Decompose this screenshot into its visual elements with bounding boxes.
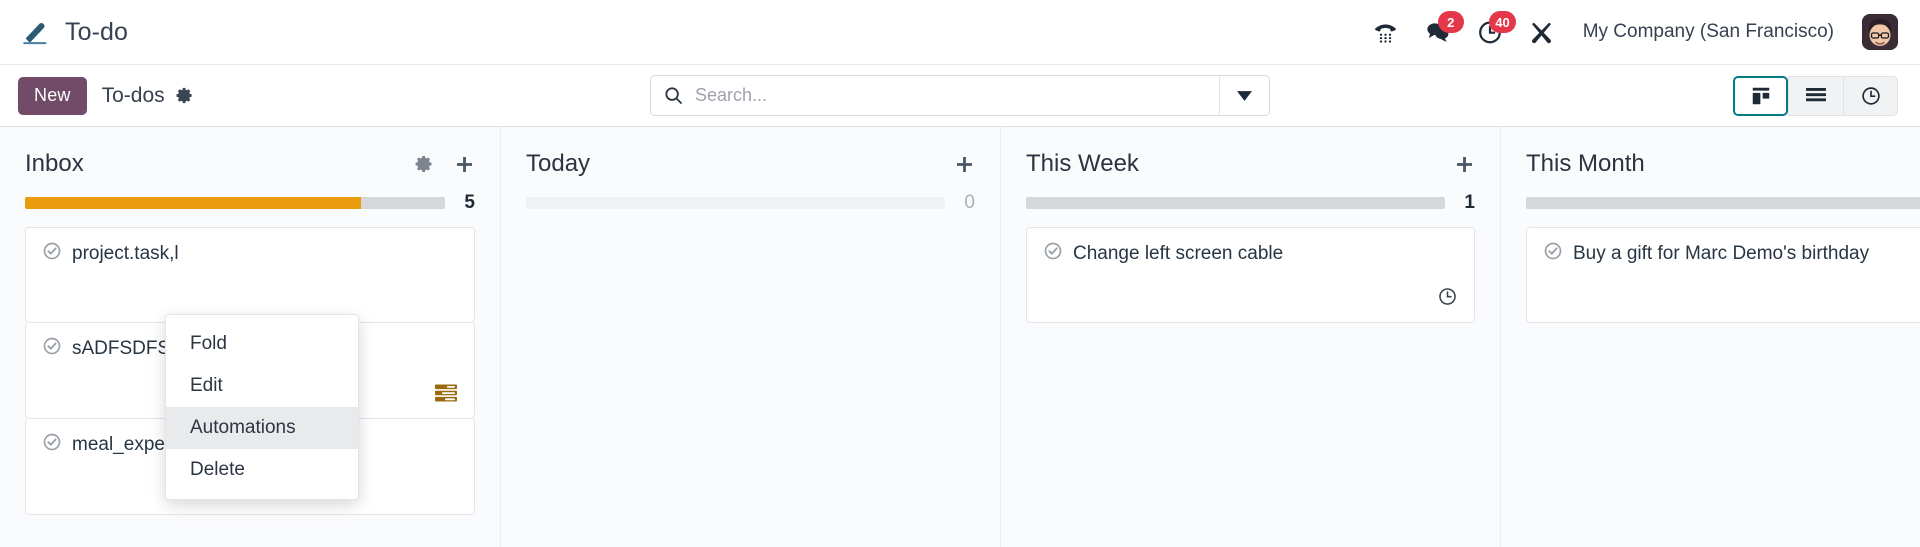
column-cards: Buy a gift for Marc Demo's birthday	[1526, 227, 1920, 323]
column-header: This Week	[1026, 147, 1475, 181]
avatar[interactable]	[1862, 14, 1898, 50]
kanban-column-today: Today 0	[500, 127, 1000, 547]
check-circle-icon[interactable]	[42, 336, 62, 361]
progress-segment	[1026, 197, 1445, 209]
kanban-column-this-week: This Week 1 Change left screen cable	[1000, 127, 1500, 547]
column-progressbar[interactable]	[1026, 197, 1445, 209]
app-title: To-do	[65, 17, 129, 46]
new-button[interactable]: New	[18, 76, 87, 115]
kanban-column-this-month: This Month Buy a gift for Marc Demo's bi…	[1500, 127, 1920, 547]
column-header: Today	[526, 147, 975, 181]
column-progressbar-row: 1	[1026, 192, 1475, 213]
top-navbar: To-do 2 40 My Company (San Francisco)	[0, 0, 1920, 65]
column-cards: Change left screen cable	[1026, 227, 1475, 323]
column-actions	[954, 154, 975, 175]
card-title: Change left screen cable	[1073, 242, 1284, 264]
pencil-icon	[18, 15, 52, 49]
check-circle-icon[interactable]	[1543, 241, 1563, 266]
card-title: Buy a gift for Marc Demo's birthday	[1573, 242, 1870, 264]
column-title: Inbox	[25, 150, 84, 177]
check-circle-icon[interactable]	[42, 241, 62, 266]
chat-bubbles-icon[interactable]: 2	[1423, 11, 1464, 47]
check-circle-icon[interactable]	[42, 432, 62, 457]
column-progressbar-row	[1526, 195, 1920, 211]
column-record-count: 1	[1464, 192, 1475, 213]
column-add-plus-icon[interactable]	[954, 154, 975, 175]
kanban-card[interactable]: Change left screen cable	[1026, 227, 1475, 323]
column-record-count: 0	[964, 192, 975, 213]
column-context-menu: Fold Edit Automations Delete	[165, 314, 359, 500]
progress-segment	[25, 197, 361, 209]
kanban-view-button[interactable]	[1733, 75, 1788, 116]
activity-view-button[interactable]	[1843, 75, 1898, 116]
menu-item-automations[interactable]: Automations	[166, 407, 358, 449]
column-progressbar[interactable]	[1526, 197, 1920, 209]
searchbar[interactable]	[650, 75, 1270, 116]
column-settings-gear-icon[interactable]	[414, 154, 434, 174]
kanban-card[interactable]: Buy a gift for Marc Demo's birthday	[1526, 227, 1920, 323]
company-selector[interactable]: My Company (San Francisco)	[1583, 21, 1834, 43]
dialpad-phone-icon[interactable]	[1371, 17, 1401, 47]
column-add-plus-icon[interactable]	[454, 154, 475, 175]
column-actions	[1454, 154, 1475, 175]
chat-badge-count: 2	[1437, 11, 1464, 33]
column-title: This Week	[1026, 150, 1139, 177]
card-footer	[42, 306, 458, 312]
menu-item-edit[interactable]: Edit	[166, 365, 358, 407]
clock-icon[interactable]	[1437, 286, 1458, 312]
card-title: project.task,l	[72, 242, 179, 264]
view-switcher	[1733, 75, 1898, 116]
chevron-down-icon[interactable]	[1219, 76, 1269, 115]
column-add-plus-icon[interactable]	[1454, 154, 1475, 175]
list-view-button[interactable]	[1788, 75, 1843, 116]
column-progressbar-row: 5	[25, 192, 475, 213]
app-brand[interactable]: To-do	[18, 15, 128, 49]
activities-badge-count: 40	[1489, 11, 1516, 33]
progress-segment	[361, 197, 445, 209]
clock-activities-icon[interactable]: 40	[1475, 11, 1516, 47]
control-panel: New To-dos	[0, 65, 1920, 127]
breadcrumb: To-dos	[102, 84, 194, 108]
tools-wrench-icon[interactable]	[1527, 17, 1557, 47]
card-footer	[1043, 280, 1458, 312]
column-header: Inbox	[25, 147, 475, 181]
column-title: Today	[526, 150, 591, 177]
search-area	[650, 75, 1270, 116]
navbar-right-group: 2 40 My Company (San Francisco)	[1371, 11, 1898, 50]
menu-item-fold[interactable]: Fold	[166, 323, 358, 365]
kanban-board: Inbox 5 project.task,l sADFSDFSDF meal_e…	[0, 127, 1920, 547]
search-input[interactable]	[695, 76, 1219, 115]
activity-lines-icon[interactable]	[434, 383, 458, 408]
kanban-card[interactable]: project.task,l	[25, 227, 475, 323]
check-circle-icon[interactable]	[1043, 241, 1063, 266]
card-footer	[1543, 280, 1920, 312]
progress-segment	[1526, 197, 1920, 209]
search-icon	[651, 76, 695, 115]
column-progressbar[interactable]	[25, 197, 445, 209]
menu-item-delete[interactable]: Delete	[166, 449, 358, 491]
breadcrumb-item-todos[interactable]: To-dos	[102, 84, 165, 108]
column-header: This Month	[1526, 147, 1920, 181]
column-actions	[414, 154, 475, 175]
column-progressbar-row: 0	[526, 192, 975, 213]
column-progressbar[interactable]	[526, 197, 945, 209]
column-title: This Month	[1526, 150, 1645, 177]
gear-icon[interactable]	[175, 86, 194, 105]
column-record-count: 5	[464, 192, 475, 213]
